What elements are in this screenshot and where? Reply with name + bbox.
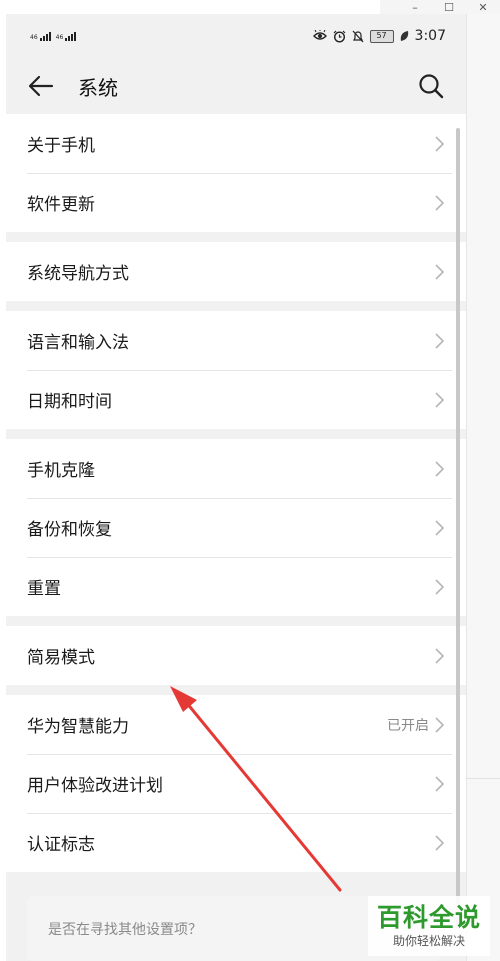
chevron-right-icon bbox=[435, 578, 444, 595]
signal-indicators: 46 46 bbox=[30, 31, 77, 41]
setting-phone-clone[interactable]: 手机克隆 bbox=[6, 439, 466, 498]
settings-group-5: 简易模式 bbox=[6, 626, 466, 685]
chevron-right-icon bbox=[435, 194, 444, 211]
chevron-right-icon bbox=[435, 263, 444, 280]
setting-user-experience[interactable]: 用户体验改进计划 bbox=[6, 754, 466, 813]
status-bar: 46 46 57 3:07 bbox=[6, 14, 466, 58]
setting-label: 重置 bbox=[27, 579, 61, 599]
chevron-right-icon bbox=[435, 519, 444, 536]
maximize-button[interactable]: ☐ bbox=[432, 0, 466, 14]
alarm-icon bbox=[333, 30, 346, 43]
scrollbar-thumb[interactable] bbox=[456, 128, 460, 928]
setting-label: 关于手机 bbox=[27, 136, 95, 156]
hint-text: 是否在寻找其他设置项？ bbox=[48, 921, 202, 938]
setting-about-phone[interactable]: 关于手机 bbox=[6, 114, 466, 173]
settings-group-2: 系统导航方式 bbox=[6, 242, 466, 301]
setting-backup-restore[interactable]: 备份和恢复 bbox=[6, 498, 466, 557]
app-bar: 系统 bbox=[6, 58, 466, 114]
group-separator bbox=[6, 616, 466, 626]
setting-label: 系统导航方式 bbox=[27, 264, 129, 284]
window-controls: – ☐ ✕ bbox=[380, 0, 500, 14]
battery-level: 57 bbox=[369, 29, 394, 43]
settings-group-6: 华为智慧能力 已开启 用户体验改进计划 认证标志 bbox=[6, 695, 466, 872]
chevron-right-icon bbox=[435, 647, 444, 664]
setting-label: 语言和输入法 bbox=[27, 333, 129, 353]
watermark-subtitle: 助你轻松解决 bbox=[392, 934, 465, 948]
chevron-right-icon bbox=[435, 332, 444, 349]
setting-label: 认证标志 bbox=[27, 835, 95, 855]
setting-certification-logos[interactable]: 认证标志 bbox=[6, 813, 466, 872]
watermark-logo: 百科全说 助你轻松解决 bbox=[368, 896, 490, 956]
close-button[interactable]: ✕ bbox=[466, 0, 500, 14]
back-button[interactable] bbox=[26, 71, 56, 101]
setting-language-input[interactable]: 语言和输入法 bbox=[6, 311, 466, 370]
chevron-right-icon bbox=[435, 460, 444, 477]
setting-label: 用户体验改进计划 bbox=[27, 776, 163, 796]
network-type-2: 46 bbox=[55, 33, 64, 41]
phone-screen: 46 46 57 3:07 系统 关于手机 软件更新 系统导航方式 语言和输入法… bbox=[6, 14, 466, 961]
setting-date-time[interactable]: 日期和时间 bbox=[6, 370, 466, 429]
status-text: 已开启 bbox=[387, 717, 429, 734]
chevron-right-icon bbox=[435, 775, 444, 792]
signal-1: 46 bbox=[30, 31, 51, 41]
setting-label: 日期和时间 bbox=[27, 392, 112, 412]
eye-comfort-icon bbox=[312, 30, 327, 42]
chevron-right-icon bbox=[435, 391, 444, 408]
clock: 3:07 bbox=[414, 28, 446, 44]
chevron-right-icon bbox=[435, 834, 444, 851]
minimize-button[interactable]: – bbox=[398, 0, 432, 14]
background-pane bbox=[466, 0, 500, 961]
setting-label: 软件更新 bbox=[27, 195, 95, 215]
chevron-right-icon bbox=[435, 135, 444, 152]
settings-group-4: 手机克隆 备份和恢复 重置 bbox=[6, 439, 466, 616]
setting-system-navigation[interactable]: 系统导航方式 bbox=[6, 242, 466, 301]
search-button[interactable] bbox=[416, 71, 446, 101]
setting-label: 简易模式 bbox=[27, 648, 95, 668]
settings-group-1: 关于手机 软件更新 bbox=[6, 114, 466, 232]
power-saving-leaf-icon bbox=[400, 30, 409, 42]
status-icons: 57 3:07 bbox=[312, 28, 446, 44]
group-separator bbox=[6, 685, 466, 695]
pane-divider bbox=[467, 778, 500, 779]
signal-2: 46 bbox=[55, 31, 77, 41]
setting-label: 手机克隆 bbox=[27, 461, 95, 481]
setting-huawei-assistant[interactable]: 华为智慧能力 已开启 bbox=[6, 695, 466, 754]
group-separator bbox=[6, 301, 466, 311]
mute-icon bbox=[352, 30, 364, 43]
setting-software-update[interactable]: 软件更新 bbox=[6, 173, 466, 232]
settings-group-3: 语言和输入法 日期和时间 bbox=[6, 311, 466, 429]
search-icon bbox=[419, 74, 444, 99]
group-separator bbox=[6, 429, 466, 439]
page-title: 系统 bbox=[78, 75, 118, 100]
chevron-right-icon bbox=[435, 716, 444, 733]
setting-reset[interactable]: 重置 bbox=[6, 557, 466, 616]
settings-list: 关于手机 软件更新 系统导航方式 语言和输入法 日期和时间 手机克隆 备份和恢复… bbox=[6, 114, 466, 872]
setting-label: 华为智慧能力 bbox=[27, 717, 129, 737]
network-type-1: 46 bbox=[30, 33, 38, 41]
watermark-title: 百科全说 bbox=[376, 903, 481, 932]
setting-simple-mode[interactable]: 简易模式 bbox=[6, 626, 466, 685]
setting-label: 备份和恢复 bbox=[27, 520, 112, 540]
group-separator bbox=[6, 232, 466, 242]
arrow-left-icon bbox=[28, 75, 54, 97]
